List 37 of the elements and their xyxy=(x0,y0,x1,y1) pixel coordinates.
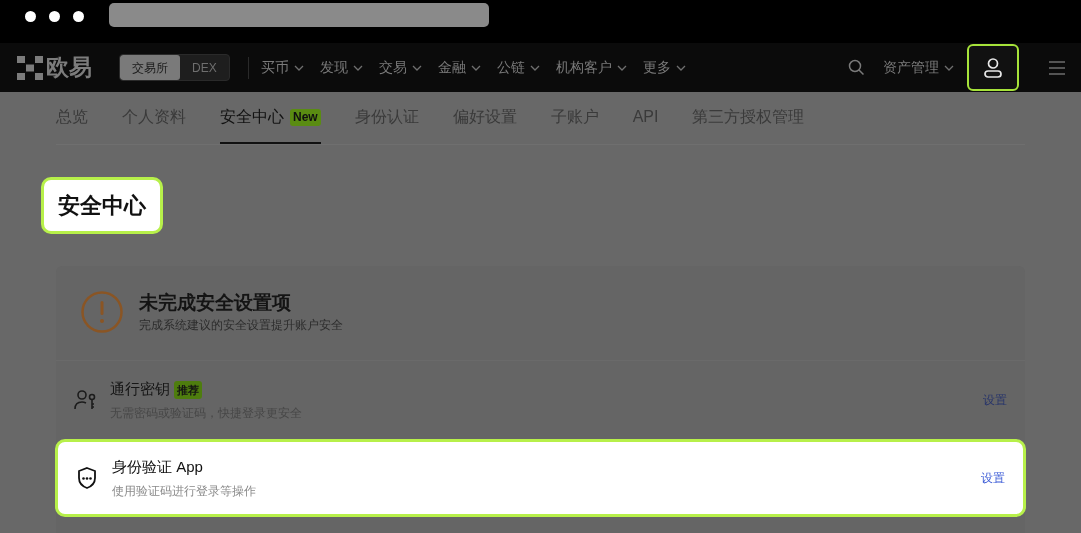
nav-menu-item[interactable]: 机构客户 xyxy=(555,57,627,78)
nav-menu-item[interactable]: 金融 xyxy=(437,57,481,78)
chevron-down-icon xyxy=(675,64,686,71)
logo-text[interactable]: 欧易 xyxy=(46,56,92,79)
person-key-icon xyxy=(74,389,98,411)
nav-menu-item[interactable]: 发现 xyxy=(319,57,363,78)
profile-button[interactable] xyxy=(967,44,1019,91)
nav-menu-item[interactable]: 交易 xyxy=(378,57,422,78)
chevron-down-icon xyxy=(352,64,363,71)
alert-title: 未完成安全设置项 xyxy=(139,291,292,315)
security-item[interactable]: 身份验证 App 使用验证码进行登录等操作 设置 xyxy=(55,439,1026,517)
chevron-down-icon xyxy=(529,64,540,71)
recommended-badge: 推荐 xyxy=(174,380,202,399)
nav-menu-item[interactable]: 更多 xyxy=(642,57,686,78)
item-title: 身份验证 App xyxy=(112,457,203,478)
assets-menu[interactable]: 资产管理 xyxy=(883,57,954,78)
new-badge: New xyxy=(290,108,321,126)
tab[interactable]: 安全中心 New xyxy=(220,92,321,144)
warning-icon xyxy=(81,291,123,333)
setup-link[interactable]: 设置 xyxy=(981,469,1005,487)
chevron-down-icon xyxy=(293,64,304,71)
chevron-down-icon xyxy=(944,64,954,71)
menu-icon[interactable] xyxy=(1049,60,1065,75)
nav-menu-item[interactable]: 买币 xyxy=(260,57,304,78)
mode-toggle-option[interactable]: 交易所 xyxy=(120,55,180,80)
user-icon xyxy=(983,56,1003,79)
item-title: 通行密钥 xyxy=(110,379,170,400)
chevron-down-icon xyxy=(470,64,481,71)
page-title: 安全中心 xyxy=(41,177,163,234)
mode-toggle-option[interactable]: DEX xyxy=(180,55,229,80)
shield-icon xyxy=(76,466,98,490)
chevron-down-icon xyxy=(411,64,422,71)
search-icon[interactable] xyxy=(848,59,865,76)
nav-menu-item[interactable]: 公链 xyxy=(496,57,540,78)
logo-icon xyxy=(17,55,43,80)
item-description: 使用验证码进行登录等操作 xyxy=(112,482,257,500)
chevron-down-icon xyxy=(616,64,627,71)
